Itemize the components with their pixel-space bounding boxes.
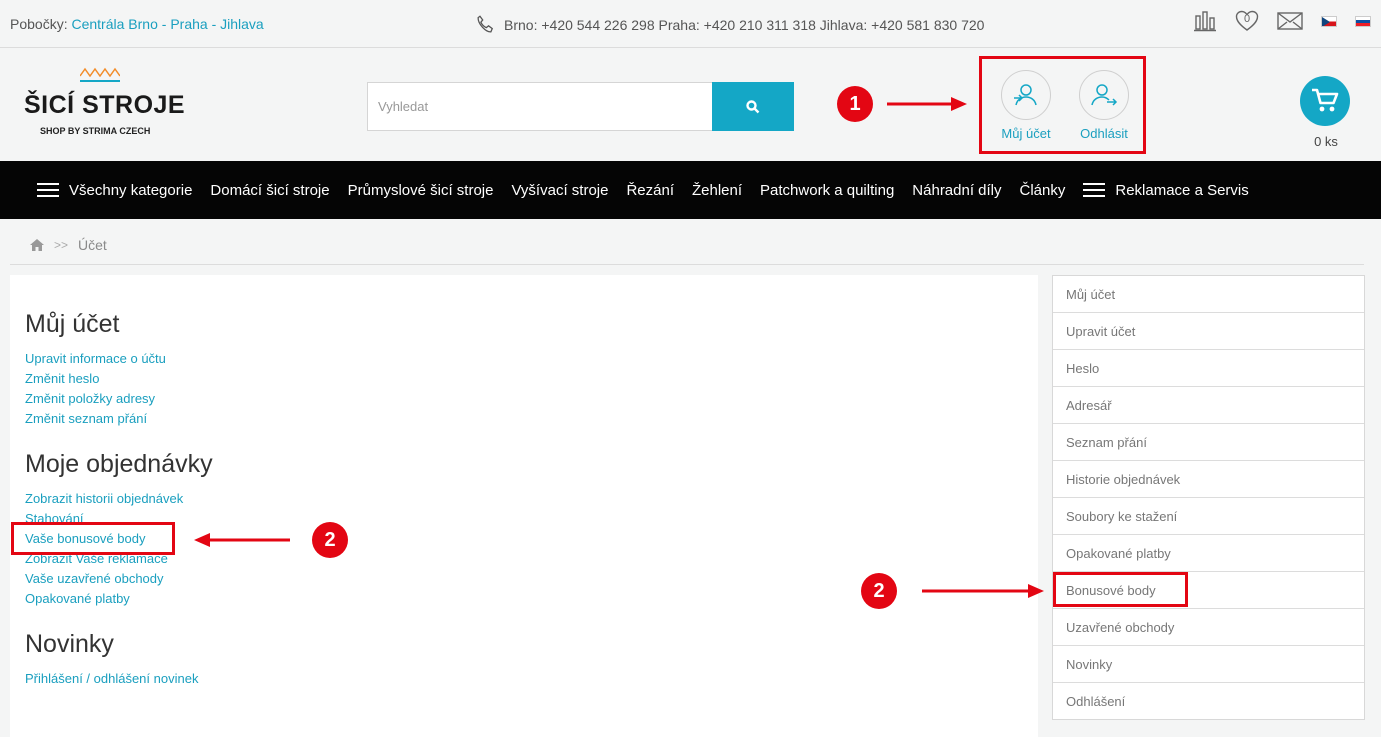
bonus-points-highlight-box bbox=[11, 522, 175, 555]
branch-separator: - bbox=[161, 16, 167, 32]
nav-label: Reklamace a Servis bbox=[1115, 181, 1249, 199]
account-links: Upravit informace o účtu Změnit heslo Zm… bbox=[25, 349, 166, 429]
my-account-label: Můj účet bbox=[1001, 126, 1051, 141]
compare-icon[interactable] bbox=[1193, 10, 1217, 32]
my-account-button[interactable]: Můj účet bbox=[996, 70, 1056, 141]
link-edit-account-info[interactable]: Upravit informace o účtu bbox=[25, 349, 166, 369]
link-change-wishlist[interactable]: Změnit seznam přání bbox=[25, 409, 166, 429]
flag-cz-icon[interactable] bbox=[1321, 15, 1337, 27]
logo-title: ŠICÍ STROJE bbox=[24, 91, 186, 119]
breadcrumb-current: Účet bbox=[78, 237, 107, 253]
link-change-address[interactable]: Změnit položky adresy bbox=[25, 389, 166, 409]
account-sidebar: Můj účet Upravit účet Heslo Adresář Sezn… bbox=[1052, 275, 1365, 720]
breadcrumb-separator: >> bbox=[54, 238, 69, 252]
nav-patchwork-quilting[interactable]: Patchwork a quilting bbox=[760, 182, 894, 199]
nav-industrial-sewing-machines[interactable]: Průmyslové šicí stroje bbox=[348, 182, 494, 199]
cart-count: 0 ks bbox=[1314, 134, 1338, 149]
sidebar-item-order-history[interactable]: Historie objednávek bbox=[1053, 461, 1364, 498]
nav-all-categories[interactable]: Všechny kategorie bbox=[37, 182, 192, 199]
nav-ironing[interactable]: Žehlení bbox=[692, 182, 742, 199]
link-order-history[interactable]: Zobrazit historii objednávek bbox=[25, 489, 183, 509]
sidebar-item-wishlist[interactable]: Seznam přání bbox=[1053, 424, 1364, 461]
search-button[interactable] bbox=[712, 82, 794, 131]
sidebar-item-logout[interactable]: Odhlášení bbox=[1053, 683, 1364, 720]
home-icon[interactable] bbox=[30, 239, 44, 251]
top-bar: Pobočky: Centrála Brno - Praha - Jihlava… bbox=[0, 0, 1381, 48]
search-icon bbox=[746, 99, 760, 113]
link-change-password[interactable]: Změnit heslo bbox=[25, 369, 166, 389]
nav-embroidery-machines[interactable]: Vyšívací stroje bbox=[511, 182, 608, 199]
section-title-orders: Moje objednávky bbox=[25, 450, 213, 478]
account-content: Můj účet Upravit informace o účtu Změnit… bbox=[10, 275, 1038, 737]
link-newsletter-subscribe[interactable]: Přihlášení / odhlášení novinek bbox=[25, 669, 198, 689]
sidebar-item-newsletter[interactable]: Novinky bbox=[1053, 646, 1364, 683]
sidebar-item-password[interactable]: Heslo bbox=[1053, 350, 1364, 387]
logo-zigzag-icon bbox=[80, 67, 120, 77]
nav-articles[interactable]: Články bbox=[1020, 182, 1066, 199]
breadcrumb: >> Účet bbox=[10, 226, 1364, 265]
branches-label: Pobočky: bbox=[10, 16, 68, 32]
sidebar-item-address-book[interactable]: Adresář bbox=[1053, 387, 1364, 424]
section-title-newsletter: Novinky bbox=[25, 630, 114, 658]
logout-button[interactable]: Odhlásit bbox=[1074, 70, 1134, 141]
annotation-arrow-right-icon bbox=[922, 584, 1044, 598]
branch-link-jihlava[interactable]: Jihlava bbox=[220, 16, 264, 32]
nav-cutting[interactable]: Řezání bbox=[626, 182, 674, 199]
wishlist-icon[interactable]: 0 bbox=[1235, 10, 1259, 32]
nav-home-sewing-machines[interactable]: Domácí šicí stroje bbox=[210, 182, 329, 199]
top-icons: 0 bbox=[1193, 10, 1371, 32]
header: ŠICÍ STROJE SHOP BY STRIMA CZECH 1 Můj ú… bbox=[0, 49, 1381, 161]
logo-subtitle: SHOP BY STRIMA CZECH bbox=[40, 126, 151, 136]
phones-text: Brno: +420 544 226 298 Praha: +420 210 3… bbox=[504, 17, 985, 33]
annotation-badge-2-sidebar: 2 bbox=[861, 573, 897, 609]
sidebar-item-recurring-payments[interactable]: Opakované platby bbox=[1053, 535, 1364, 572]
user-logout-icon bbox=[1091, 84, 1118, 106]
mail-icon[interactable] bbox=[1277, 12, 1303, 30]
flag-sk-icon[interactable] bbox=[1355, 15, 1371, 27]
logo-underline bbox=[80, 80, 120, 82]
nav-label: Všechny kategorie bbox=[69, 181, 193, 199]
newsletter-links: Přihlášení / odhlášení novinek bbox=[25, 669, 198, 689]
annotation-badge-2: 2 bbox=[312, 522, 348, 558]
sidebar-item-downloads[interactable]: Soubory ke stažení bbox=[1053, 498, 1364, 535]
wishlist-count: 0 bbox=[1243, 13, 1251, 25]
annotation-arrow-left-icon bbox=[194, 533, 290, 547]
annotation-arrow-right-icon bbox=[887, 97, 967, 111]
cart-icon bbox=[1312, 88, 1339, 112]
sidebar-item-edit-account[interactable]: Upravit účet bbox=[1053, 313, 1364, 350]
logout-label: Odhlásit bbox=[1080, 126, 1128, 141]
cart-button[interactable]: 0 ks bbox=[1300, 76, 1352, 149]
link-recurring-payments[interactable]: Opakované platby bbox=[25, 589, 183, 609]
search-input[interactable] bbox=[367, 82, 712, 131]
sidebar-item-my-account[interactable]: Můj účet bbox=[1053, 276, 1364, 313]
menu-icon bbox=[1083, 183, 1106, 197]
main-navigation: Všechny kategorie Domácí šicí stroje Prů… bbox=[0, 161, 1381, 219]
branch-link-praha[interactable]: Praha bbox=[170, 16, 207, 32]
branches: Pobočky: Centrála Brno - Praha - Jihlava bbox=[10, 16, 264, 32]
phone-numbers: Brno: +420 544 226 298 Praha: +420 210 3… bbox=[474, 14, 984, 36]
link-closed-deals[interactable]: Vaše uzavřené obchody bbox=[25, 569, 183, 589]
nav-complaints-service[interactable]: Reklamace a Servis bbox=[1083, 181, 1249, 199]
branch-link-brno[interactable]: Centrála Brno bbox=[71, 16, 157, 32]
annotation-badge-1: 1 bbox=[837, 86, 873, 122]
branch-separator: - bbox=[211, 16, 217, 32]
sidebar-item-closed-deals[interactable]: Uzavřené obchody bbox=[1053, 609, 1364, 646]
phone-icon bbox=[477, 15, 494, 33]
sidebar-bonus-points-highlight-box bbox=[1053, 572, 1188, 607]
menu-icon bbox=[37, 183, 59, 197]
search-bar bbox=[367, 82, 794, 131]
account-highlight-box: Můj účet Odhlásit bbox=[979, 56, 1146, 154]
nav-spare-parts[interactable]: Náhradní díly bbox=[912, 182, 1001, 199]
user-login-icon bbox=[1014, 84, 1037, 106]
section-title-account: Můj účet bbox=[25, 310, 120, 338]
